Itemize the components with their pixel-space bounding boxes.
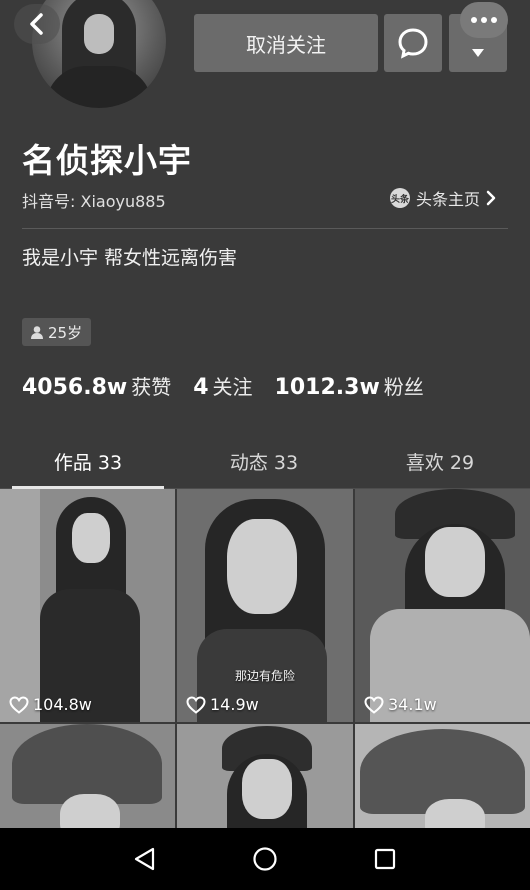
stat-followers-value: 1012.3w — [274, 375, 380, 400]
nav-home-button[interactable] — [245, 839, 285, 879]
stat-followers[interactable]: 1012.3w 粉丝 — [275, 371, 424, 400]
stat-likes-value: 4056.8w — [22, 375, 128, 400]
unfollow-button-label: 取消关注 — [246, 32, 326, 57]
message-button[interactable] — [384, 14, 442, 72]
stat-following[interactable]: 4 关注 — [193, 371, 252, 400]
chevron-right-icon — [486, 190, 496, 206]
video-like-count: 14.9w — [186, 695, 259, 714]
video-like-count: 104.8w — [9, 695, 92, 714]
stat-likes[interactable]: 4056.8w 获赞 — [22, 371, 171, 400]
toutiao-logo-icon: 头条 — [390, 188, 410, 208]
toutiao-link-label: 头条主页 — [416, 190, 481, 209]
stats-row: 4056.8w 获赞 4 关注 1012.3w 粉丝 — [22, 371, 424, 400]
video-thumbnail[interactable]: 那边有危险 14.9w — [177, 489, 353, 722]
heart-icon — [186, 695, 206, 714]
triangle-back-icon — [134, 847, 155, 871]
divider — [22, 228, 508, 229]
video-image — [177, 489, 353, 722]
nav-recent-button[interactable] — [365, 839, 405, 879]
more-dots-icon[interactable] — [460, 2, 508, 38]
video-grid: 104.8w 那边有危险 14.9w 34.1w — [0, 489, 530, 829]
toutiao-homepage-link[interactable]: 头条 头条主页 — [390, 186, 496, 210]
video-thumbnail[interactable] — [0, 724, 175, 829]
video-image — [355, 724, 530, 829]
video-image — [355, 489, 530, 722]
video-image — [177, 724, 353, 829]
age-label: 25岁 — [48, 323, 83, 342]
square-recent-icon — [374, 848, 396, 870]
stat-following-label: 关注 — [212, 375, 253, 399]
video-image — [0, 724, 175, 829]
tab-moments[interactable]: 动态 33 — [176, 438, 352, 488]
tab-works-label: 作品 33 — [53, 452, 123, 474]
nav-back-button[interactable] — [125, 839, 165, 879]
triangle-down-icon — [472, 49, 484, 57]
circle-home-icon — [253, 847, 277, 871]
heart-icon — [364, 695, 384, 714]
video-image — [0, 489, 175, 722]
video-like-value: 14.9w — [210, 695, 259, 714]
stat-likes-label: 获赞 — [131, 375, 172, 399]
tab-moments-label: 动态 33 — [229, 452, 299, 474]
chevron-left-icon — [30, 13, 43, 35]
video-thumbnail[interactable] — [177, 724, 353, 829]
video-like-value: 34.1w — [388, 695, 437, 714]
tab-likes-label: 喜欢 29 — [405, 452, 475, 474]
video-like-count: 34.1w — [364, 695, 437, 714]
video-caption: 那边有危险 — [234, 669, 295, 683]
video-thumbnail[interactable] — [355, 724, 530, 829]
heart-icon — [9, 695, 29, 714]
tab-likes[interactable]: 喜欢 29 — [352, 438, 528, 488]
stat-followers-label: 粉丝 — [383, 375, 424, 399]
bio-text: 我是小宇 帮女性远离伤害 — [22, 247, 238, 269]
video-thumbnail[interactable]: 104.8w — [0, 489, 175, 722]
person-icon — [31, 326, 43, 339]
stat-following-value: 4 — [193, 375, 209, 400]
douyin-id: 抖音号: Xiaoyu885 — [22, 192, 166, 211]
video-thumbnail[interactable]: 34.1w — [355, 489, 530, 722]
chat-bubble-icon — [398, 28, 428, 59]
tab-works[interactable]: 作品 33 — [0, 438, 176, 489]
video-like-value: 104.8w — [33, 695, 92, 714]
age-badge: 25岁 — [22, 318, 92, 346]
system-nav-bar — [0, 828, 530, 890]
back-button[interactable] — [14, 4, 60, 44]
content-tabs: 作品 33 动态 33 喜欢 29 — [0, 438, 530, 489]
unfollow-button[interactable]: 取消关注 — [194, 14, 378, 72]
profile-name: 名侦探小宇 — [22, 141, 192, 180]
